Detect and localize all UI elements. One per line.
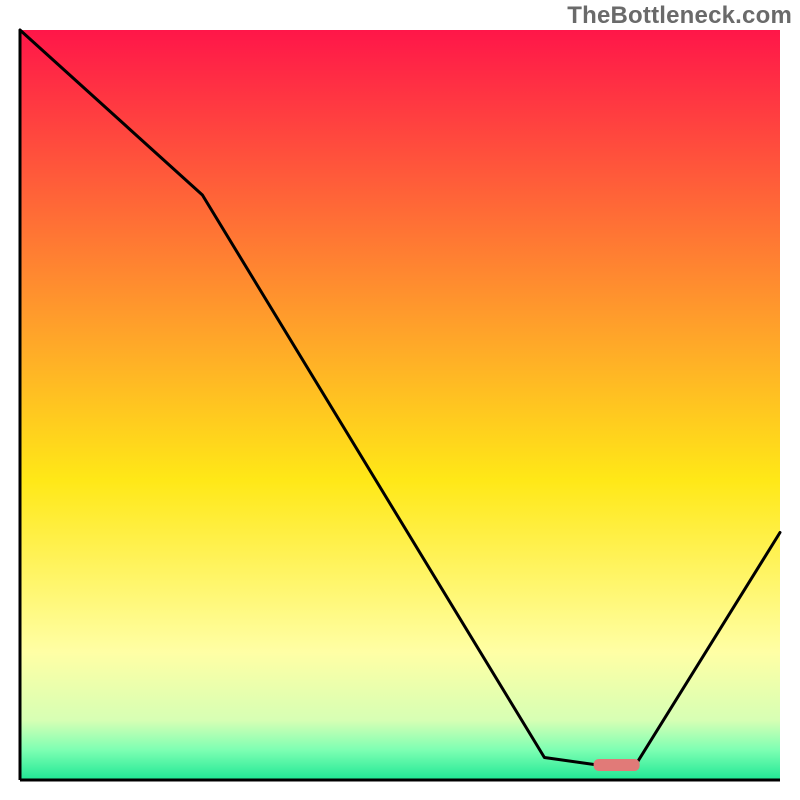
optimal-marker <box>594 759 640 771</box>
bottleneck-chart: TheBottleneck.com <box>0 0 800 800</box>
plot-background <box>20 30 780 780</box>
plot-svg <box>0 0 800 800</box>
